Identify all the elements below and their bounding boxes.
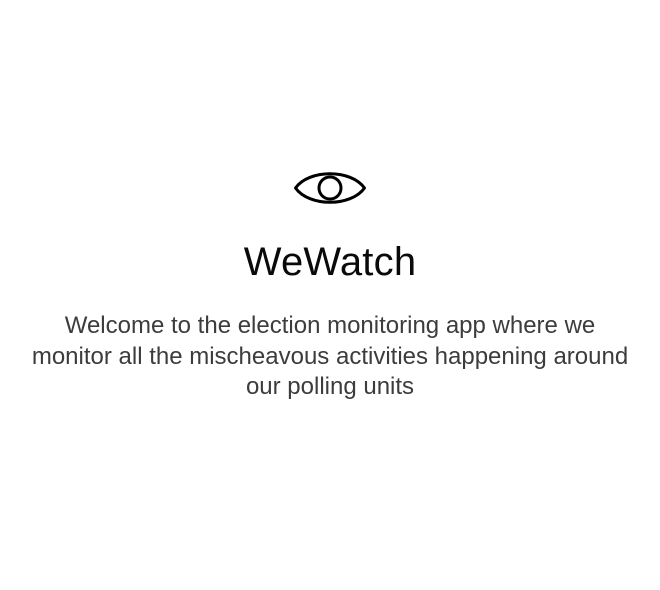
- welcome-screen: WeWatch Welcome to the election monitori…: [0, 0, 660, 590]
- app-title: WeWatch: [243, 240, 417, 284]
- eye-icon: [293, 164, 367, 212]
- welcome-description: Welcome to the election monitoring app w…: [31, 312, 629, 400]
